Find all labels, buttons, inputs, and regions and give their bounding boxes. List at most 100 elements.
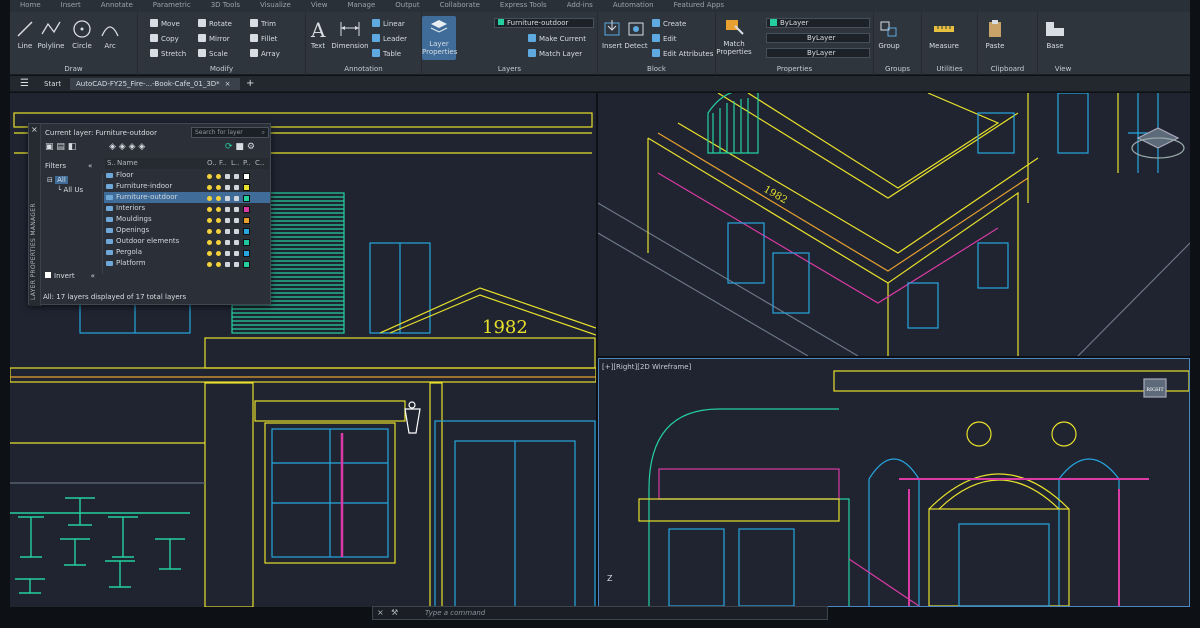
layer-color-swatch[interactable] xyxy=(243,217,250,224)
printer-icon[interactable] xyxy=(234,240,239,245)
edit-block-tool[interactable]: Edit xyxy=(652,34,677,43)
ribbon-tab-visualize[interactable]: Visualize xyxy=(250,0,301,10)
edit-attributes-tool[interactable]: Edit Attributes xyxy=(652,49,713,58)
match-layer-tool[interactable]: Match Layer xyxy=(528,49,582,58)
lock-icon[interactable] xyxy=(225,240,230,245)
sun-freeze-icon[interactable] xyxy=(216,262,221,267)
lock-icon[interactable] xyxy=(225,262,230,267)
layer-color-swatch[interactable] xyxy=(243,173,250,180)
invert-checkbox-icon[interactable] xyxy=(45,272,51,278)
delete-layer-icon[interactable]: ◈ xyxy=(129,142,136,152)
measure-tool[interactable]: Measure xyxy=(926,18,962,50)
stretch-tool[interactable]: Stretch xyxy=(150,49,186,58)
ribbon-tab-parametric[interactable]: Parametric xyxy=(143,0,201,10)
current-layer-combo[interactable]: Furniture-outdoor xyxy=(494,18,594,28)
layer-row[interactable]: Floor xyxy=(104,170,270,181)
layer-row[interactable]: Furniture-indoor xyxy=(104,181,270,192)
lightbulb-icon[interactable] xyxy=(207,196,212,201)
layer-color-swatch[interactable] xyxy=(243,261,250,268)
lightbulb-icon[interactable] xyxy=(207,229,212,234)
lightbulb-icon[interactable] xyxy=(207,240,212,245)
col-freeze[interactable]: F.. xyxy=(219,158,226,169)
trim-tool[interactable]: Trim xyxy=(250,19,276,28)
new-filter-icon[interactable]: ▣ xyxy=(45,142,54,152)
copy-tool[interactable]: Copy xyxy=(150,34,179,43)
sun-freeze-icon[interactable] xyxy=(216,207,221,212)
set-current-icon[interactable]: ◈ xyxy=(138,142,145,152)
table-tool[interactable]: Table xyxy=(372,49,401,58)
printer-icon[interactable] xyxy=(234,251,239,256)
detect-tool[interactable]: Detect xyxy=(624,18,648,50)
isometric-viewport[interactable]: 1982 xyxy=(598,93,1190,356)
lock-icon[interactable] xyxy=(225,196,230,201)
scale-tool[interactable]: Scale xyxy=(198,49,228,58)
col-status[interactable]: S.. xyxy=(107,158,116,169)
close-tab-icon[interactable]: × xyxy=(225,80,231,88)
color-combo[interactable]: ByLayer xyxy=(766,18,870,28)
sun-freeze-icon[interactable] xyxy=(216,174,221,179)
dimension-tool[interactable]: Dimension xyxy=(330,18,370,50)
layer-state-icon[interactable]: ◧ xyxy=(68,142,77,152)
group-tool[interactable]: Group xyxy=(876,18,902,50)
lightbulb-icon[interactable] xyxy=(207,185,212,190)
filter-tree-all-used[interactable]: └ All Us xyxy=(57,186,102,194)
layer-row[interactable]: Furniture-outdoor xyxy=(104,192,270,203)
layer-color-swatch[interactable] xyxy=(243,206,250,213)
linear-tool[interactable]: Linear xyxy=(372,19,405,28)
mirror-tool[interactable]: Mirror xyxy=(198,34,230,43)
layer-row[interactable]: Openings xyxy=(104,225,270,236)
polyline-tool[interactable]: Polyline xyxy=(36,18,66,50)
layer-properties-palette[interactable]: × LAYER PROPERTIES MANAGER Current layer… xyxy=(28,123,271,306)
layer-row[interactable]: Platform xyxy=(104,258,270,269)
lock-icon[interactable] xyxy=(225,218,230,223)
layer-row[interactable]: Mouldings xyxy=(104,214,270,225)
lineweight-combo[interactable]: ByLayer xyxy=(766,48,870,58)
ribbon-tab-featured-apps[interactable]: Featured Apps xyxy=(664,0,734,10)
add-tab-button[interactable]: + xyxy=(240,78,260,90)
sun-freeze-icon[interactable] xyxy=(216,240,221,245)
viewport-controls-label[interactable]: [+][Right][2D Wireframe] xyxy=(602,363,691,371)
filter-tree-all[interactable]: ⊟ All xyxy=(47,176,102,184)
ribbon-tab-output[interactable]: Output xyxy=(385,0,429,10)
lock-icon[interactable] xyxy=(225,174,230,179)
lightbulb-icon[interactable] xyxy=(207,251,212,256)
start-tab[interactable]: Start xyxy=(38,78,67,90)
palette-close-icon[interactable]: × xyxy=(31,125,38,134)
layer-color-swatch[interactable] xyxy=(243,184,250,191)
layer-properties-tool[interactable]: Layer Properties xyxy=(422,16,457,60)
lightbulb-icon[interactable] xyxy=(207,218,212,223)
ribbon-tab-view[interactable]: View xyxy=(301,0,338,10)
settings-gear-icon[interactable]: ⚙ xyxy=(247,142,255,152)
move-tool[interactable]: Move xyxy=(150,19,180,28)
col-color[interactable]: C.. xyxy=(255,158,264,169)
sun-freeze-icon[interactable] xyxy=(216,185,221,190)
insert-tool[interactable]: Insert xyxy=(600,18,624,50)
line-tool[interactable]: Line xyxy=(14,18,36,50)
fillet-tool[interactable]: Fillet xyxy=(250,34,277,43)
text-tool[interactable]: A Text xyxy=(308,18,328,50)
ribbon-tab-express-tools[interactable]: Express Tools xyxy=(490,0,557,10)
array-tool[interactable]: Array xyxy=(250,49,280,58)
make-current-tool[interactable]: Make Current xyxy=(528,34,586,43)
printer-icon[interactable] xyxy=(234,262,239,267)
col-plot[interactable]: P.. xyxy=(243,158,251,169)
layer-search-input[interactable]: Search for layer ⌕ xyxy=(191,127,269,138)
viewcube-face-label[interactable]: RIGHT xyxy=(1146,387,1164,393)
ribbon-tab-add-ins[interactable]: Add-ins xyxy=(557,0,603,10)
sun-freeze-icon[interactable] xyxy=(216,218,221,223)
ribbon-tab-automation[interactable]: Automation xyxy=(603,0,664,10)
ribbon-tab-annotate[interactable]: Annotate xyxy=(91,0,143,10)
layer-row[interactable]: Outdoor elements xyxy=(104,236,270,247)
printer-icon[interactable] xyxy=(234,185,239,190)
app-menu-icon[interactable]: ☰ xyxy=(14,78,35,90)
sun-freeze-icon[interactable] xyxy=(216,196,221,201)
col-on[interactable]: O.. xyxy=(207,158,217,169)
ribbon-tab-home[interactable]: Home xyxy=(10,0,51,10)
stop-icon[interactable]: ■ xyxy=(235,142,244,152)
paste-tool[interactable]: Paste xyxy=(982,18,1008,50)
layer-row[interactable]: Pergola xyxy=(104,247,270,258)
ribbon-tab-3d-tools[interactable]: 3D Tools xyxy=(201,0,250,10)
refresh-icon[interactable]: ⟳ xyxy=(225,142,233,152)
printer-icon[interactable] xyxy=(234,229,239,234)
leader-tool[interactable]: Leader xyxy=(372,34,407,43)
